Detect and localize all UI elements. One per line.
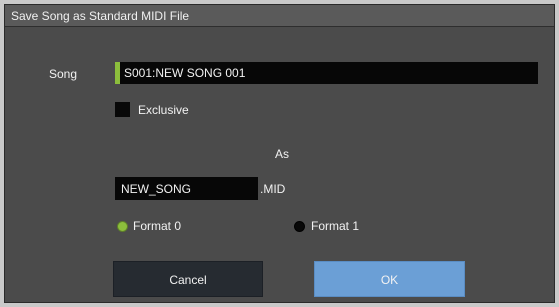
- song-select-field[interactable]: S001:NEW SONG 001: [115, 62, 538, 84]
- filename-value: NEW_SONG: [121, 182, 192, 196]
- dialog-title: Save Song as Standard MIDI File: [5, 5, 554, 27]
- ok-button[interactable]: OK: [314, 261, 465, 297]
- exclusive-checkbox[interactable]: [115, 102, 130, 117]
- filename-input[interactable]: NEW_SONG: [115, 177, 258, 200]
- format0-label[interactable]: Format 0: [133, 219, 181, 233]
- save-smf-dialog: Save Song as Standard MIDI File Song S00…: [4, 4, 555, 303]
- cancel-button[interactable]: Cancel: [113, 261, 263, 297]
- as-label: As: [275, 147, 290, 161]
- format0-radio[interactable]: [117, 221, 128, 232]
- selection-cursor: [115, 62, 120, 84]
- song-label: Song: [49, 67, 78, 81]
- exclusive-label: Exclusive: [138, 103, 189, 117]
- song-value: S001:NEW SONG 001: [124, 66, 246, 80]
- format1-label[interactable]: Format 1: [311, 219, 359, 233]
- file-extension-label: .MID: [260, 182, 286, 196]
- format1-radio[interactable]: [294, 221, 305, 232]
